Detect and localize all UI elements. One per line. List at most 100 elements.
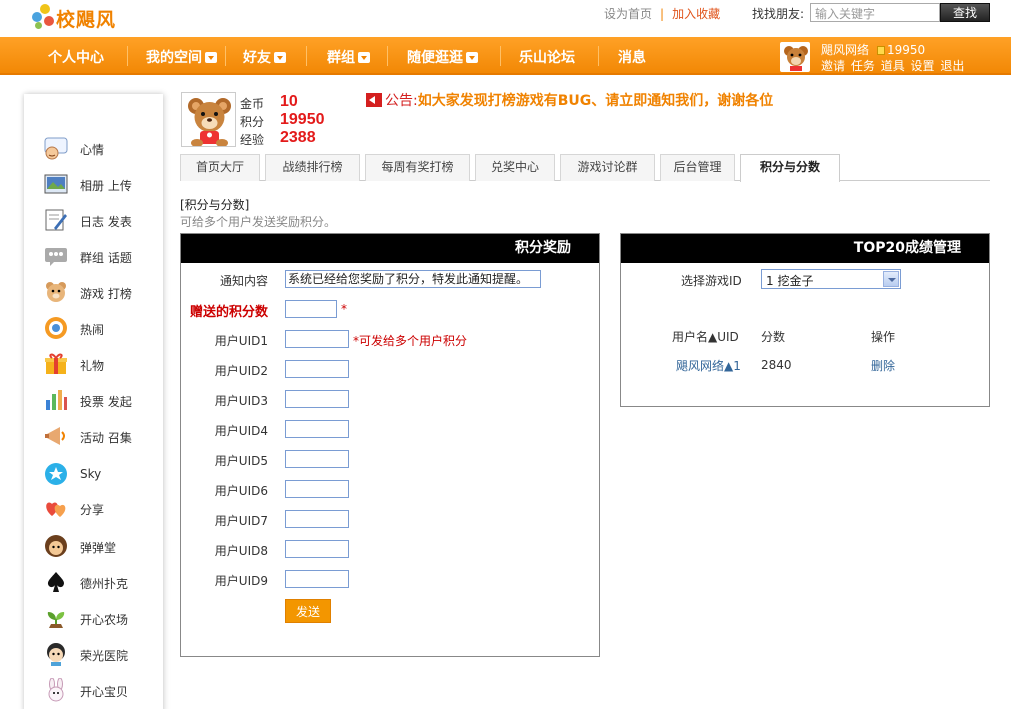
column-header-action: 操作 (871, 330, 896, 344)
blog-icon (45, 209, 67, 231)
points-amount-label: 赠送的积分数 (189, 305, 268, 320)
uid-input-6[interactable] (285, 480, 349, 498)
sidebar-item-share[interactable]: 分享 (44, 496, 159, 522)
uid-input-9[interactable] (285, 570, 349, 588)
mood-icon (44, 137, 68, 160)
nav-friends[interactable]: 好友 (243, 47, 286, 67)
items-link[interactable]: 道具 (881, 59, 905, 73)
sidebar-label: 弹弹堂 (80, 541, 117, 555)
nav-browse[interactable]: 随便逛逛 (407, 47, 478, 67)
search-input[interactable]: 输入关键字 (810, 3, 940, 22)
sidebar-item-ddt[interactable]: 弹弹堂 (44, 534, 159, 560)
chevron-down-icon[interactable] (205, 52, 217, 63)
chevron-down-icon[interactable] (883, 271, 899, 287)
speaker-icon (366, 93, 382, 107)
sidebar-label: 投票 发起 (80, 395, 132, 409)
sidebar-label: 群组 话题 (80, 251, 132, 265)
notify-content-input[interactable]: 系统已经给您奖励了积分，特发此通知提醒。 (285, 270, 541, 288)
paw-dot (40, 4, 50, 14)
sidebar-item-album[interactable]: 相册 上传 (44, 172, 159, 198)
sidebar-item-sky[interactable]: Sky (44, 462, 159, 488)
exp-value: 2388 (280, 129, 316, 146)
top20-panel: TOP20成绩管理 选择游戏ID 1 挖金子 用户名▲UID 分数 操作 飓风网… (620, 233, 990, 407)
exp-label: 经验 (240, 133, 265, 147)
tab-redeem-center[interactable]: 兑奖中心 (475, 154, 555, 181)
nav-divider (598, 46, 599, 66)
points-value: 19950 (280, 111, 325, 128)
uid-input-3[interactable] (285, 390, 349, 408)
sidebar-item-mood[interactable]: 心情 (44, 136, 159, 162)
sidebar-item-group[interactable]: 群组 话题 (44, 244, 159, 270)
tasks-link[interactable]: 任务 (851, 59, 875, 73)
nav-forum[interactable]: 乐山论坛 (519, 47, 575, 67)
tab-points-scores[interactable]: 积分与分数 (740, 154, 840, 182)
sidebar-item-gift[interactable]: 礼物 (44, 352, 159, 378)
sidebar-item-blog[interactable]: 日志 发表 (44, 208, 159, 234)
sidebar-item-hospital[interactable]: 荣光医院 (44, 642, 159, 668)
sidebar-item-poker[interactable]: 德州扑克 (44, 570, 159, 596)
game-select[interactable]: 1 挖金子 (761, 269, 901, 289)
uid-input-5[interactable] (285, 450, 349, 468)
nav-label: 我的空间 (146, 49, 202, 65)
section-description: 可给多个用户发送奖励积分。 (180, 215, 337, 229)
uid-input-1[interactable] (285, 330, 349, 348)
uid-input-4[interactable] (285, 420, 349, 438)
sidebar-label: 心情 (80, 143, 105, 157)
search-button[interactable]: 查找 (940, 3, 990, 22)
uid-input-8[interactable] (285, 540, 349, 558)
uid-label: 用户UID8 (214, 544, 268, 558)
section-title: [积分与分数] (180, 198, 250, 212)
game-icon (46, 282, 66, 302)
farm-icon (47, 612, 65, 628)
chevron-down-icon[interactable] (274, 52, 286, 63)
nav-label: 乐山论坛 (519, 49, 575, 65)
group-icon (45, 248, 67, 266)
set-homepage-link[interactable]: 设为首页 (604, 7, 652, 21)
nav-label: 群组 (327, 49, 355, 65)
sidebar-item-farm[interactable]: 开心农场 (44, 606, 159, 632)
logo-text: 校飓风 (56, 9, 117, 31)
tab-admin[interactable]: 后台管理 (660, 154, 735, 181)
send-button[interactable]: 发送 (285, 599, 331, 623)
nav-personal-center[interactable]: 个人中心 (48, 47, 104, 67)
sidebar-item-event[interactable]: 活动 召集 (44, 424, 159, 450)
avatar[interactable] (780, 42, 810, 72)
points-amount-input[interactable] (285, 300, 337, 318)
score-row-user[interactable]: 飓风网络▲1 (676, 357, 741, 374)
tab-ranking[interactable]: 战绩排行榜 (265, 154, 360, 181)
nav-messages[interactable]: 消息 (618, 47, 646, 67)
settings-link[interactable]: 设置 (911, 59, 935, 73)
delete-link[interactable]: 删除 (871, 357, 895, 374)
sidebar-label: Sky (80, 467, 102, 481)
tab-bar: 首页大厅 战绩排行榜 每周有奖打榜 兑奖中心 游戏讨论群 后台管理 积分与分数 (180, 154, 990, 182)
sidebar-item-poll[interactable]: 投票 发起 (44, 388, 159, 414)
reward-panel-heading: 积分奖励 (181, 234, 599, 263)
uid-input-2[interactable] (285, 360, 349, 378)
chevron-down-icon[interactable] (358, 52, 370, 63)
announcement-label: 公告: (385, 93, 418, 109)
bunny-icon (48, 678, 64, 702)
logout-link[interactable]: 退出 (940, 59, 964, 73)
site-logo[interactable]: 校飓风 (30, 2, 122, 32)
uid-input-7[interactable] (285, 510, 349, 528)
invite-link[interactable]: 邀请 (821, 59, 845, 73)
nav-groups[interactable]: 群组 (327, 47, 370, 67)
gold-label: 金币 (240, 97, 265, 111)
add-favorite-link[interactable]: 加入收藏 (672, 7, 720, 21)
sidebar-item-hot[interactable]: 热闹 (44, 316, 159, 342)
sidebar-label: 开心农场 (80, 613, 129, 627)
sidebar-item-game[interactable]: 游戏 打榜 (44, 280, 159, 306)
profile-avatar[interactable] (181, 92, 236, 147)
chevron-down-icon[interactable] (466, 52, 478, 63)
nav-my-space[interactable]: 我的空间 (146, 47, 217, 67)
username-link[interactable]: 飓风网络 (821, 43, 869, 57)
game-select-label: 选择游戏ID (681, 274, 742, 288)
nav-label: 好友 (243, 49, 271, 65)
tab-weekly-contest[interactable]: 每周有奖打榜 (365, 154, 470, 181)
column-header-score: 分数 (761, 330, 786, 344)
tab-home-hall[interactable]: 首页大厅 (180, 154, 260, 181)
user-links: 邀请 任务 道具 设置 退出 (821, 57, 964, 74)
nav-divider (387, 46, 388, 66)
tab-game-discussion[interactable]: 游戏讨论群 (560, 154, 655, 181)
sidebar-item-bunny[interactable]: 开心宝贝 (44, 678, 159, 704)
